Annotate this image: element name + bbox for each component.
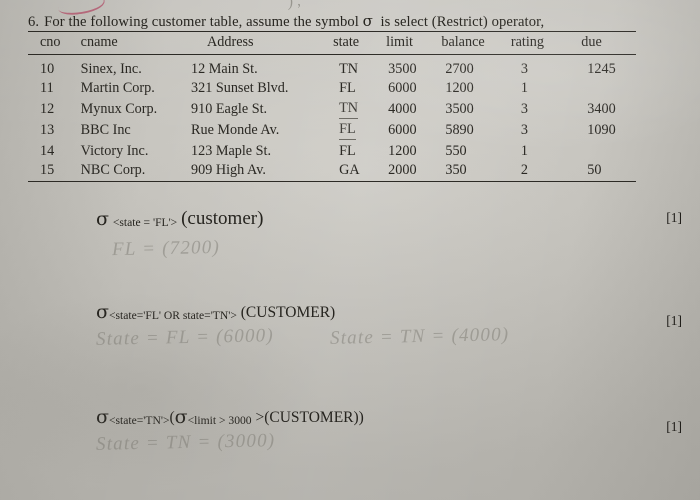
mark-allocation-b: [1] [666, 313, 682, 328]
question-heading: 6. For the following customer table, assu… [28, 12, 634, 31]
customer-table: cno cname Address state limit balance ra… [28, 31, 636, 182]
cell-state: FL [339, 80, 356, 97]
cell-balance: 1200 [445, 80, 474, 97]
cell-cname: Martin Corp. [80, 80, 155, 97]
sigma-operator-c-inner: σ [174, 406, 188, 428]
cell-address: 910 Eagle St. [191, 100, 268, 117]
cell-due [575, 79, 636, 98]
customer-table-body: 10 Sinex, Inc. 12 Main St. TN 3500 2700 3 1245 1… [28, 54, 636, 182]
cell-limit: 6000 [388, 122, 417, 139]
selection-condition-c-outer: <state='TN'> [108, 414, 170, 427]
selection-condition-a: <state = 'FL'> [112, 216, 178, 229]
question-text-tail: is select (Restrict) operator, [380, 14, 545, 30]
cell-due: 1245 [587, 61, 616, 77]
mark-allocation-c: [1] [666, 419, 682, 434]
cell-due: 1090 [587, 122, 616, 139]
column-header-address: Address [207, 34, 254, 50]
cell-balance: 2700 [445, 61, 474, 77]
cell-rating: 1 [520, 142, 528, 159]
sigma-operator-b: σ [96, 301, 109, 323]
cell-address: 123 Maple St. [191, 142, 272, 159]
cell-balance: 350 [445, 161, 467, 178]
cell-cname: BBC Inc [80, 122, 131, 139]
cell-cname: NBC Corp. [80, 161, 146, 178]
table-row: 11 Martin Corp. 321 Sunset Blvd. FL 6000 1200… [28, 79, 636, 98]
table-row: 10 Sinex, Inc. 12 Main St. TN 3500 2700 3 1245 [28, 55, 636, 80]
cell-cno: 15 [40, 161, 55, 178]
cell-rating: 3 [520, 61, 528, 77]
relation-operand-a: (customer) [181, 208, 264, 229]
cell-due [575, 141, 636, 160]
question-number: 6. [28, 14, 40, 30]
mark-allocation-a: [1] [666, 210, 682, 225]
column-header-due: due [581, 34, 602, 50]
column-header-state: state [333, 34, 360, 50]
scanned-worksheet-page: ) , 6. For the following customer table, … [0, 0, 700, 500]
state-value-underlined: FL [339, 121, 356, 141]
cell-state: GA [339, 161, 360, 178]
customer-table-container: cno cname Address state limit balance ra… [28, 31, 636, 182]
cell-limit: 1200 [388, 142, 417, 159]
selection-condition-c-inner: <limit > 3000 [187, 414, 252, 427]
cell-due: 3400 [587, 100, 616, 117]
relational-algebra-expression-b: σ<state='FL' OR state='TN'> (CUSTOMER) [96, 301, 336, 323]
cell-due: 50 [587, 161, 602, 178]
cell-address: 909 High Av. [191, 161, 266, 178]
sigma-operator-c-outer: σ [96, 406, 109, 428]
column-header-balance: balance [441, 34, 485, 50]
top-pencil-scribble: ) , [286, 0, 302, 11]
table-row: 14 Victory Inc. 123 Maple St. FL 1200 550 1 [28, 141, 636, 160]
cell-address: 12 Main St. [191, 61, 258, 77]
column-header-rating: rating [510, 34, 544, 50]
cell-rating: 2 [520, 161, 528, 178]
cell-state: TN [331, 99, 386, 120]
question-text: For the following customer table, assume… [44, 14, 359, 30]
cell-rating: 3 [520, 122, 528, 139]
cell-limit: 2000 [388, 161, 417, 178]
customer-table-head: cno cname Address state limit balance ra… [28, 31, 636, 55]
cell-cno: 10 [40, 61, 55, 77]
cell-balance: 3500 [445, 100, 474, 117]
cell-address: Rue Monde Av. [191, 122, 280, 139]
sigma-symbol-inline: σ [362, 12, 374, 30]
relational-algebra-expression-a: σ <state = 'FL'> (customer) [96, 208, 263, 230]
cell-limit: 6000 [388, 80, 417, 97]
relational-algebra-expression-c: σ<state='TN'>(σ<limit > 3000 >(CUSTOMER)… [96, 406, 364, 428]
state-value-underlined: TN [339, 100, 358, 119]
selection-condition-b: <state='FL' OR state='TN'> [108, 309, 237, 322]
table-row: 13 BBC Inc Rue Monde Av. FL 6000 5890 3 1090 [28, 120, 636, 141]
sigma-operator-a: σ [96, 208, 109, 230]
table-row: 15 NBC Corp. 909 High Av. GA 2000 350 2 50 [28, 161, 636, 182]
table-header-row: cno cname Address state limit balance ra… [28, 31, 636, 55]
cell-cno: 13 [40, 122, 55, 139]
student-handwriting-b-1: State = FL = (6000) [95, 325, 275, 350]
cell-address: 321 Sunset Blvd. [191, 80, 289, 97]
cell-state: TN [339, 61, 358, 77]
student-handwriting-b-2: State = TN = (4000) [329, 324, 510, 349]
cell-rating: 3 [520, 100, 528, 117]
student-handwriting-c: State = TN = (3000) [95, 430, 276, 455]
cell-cno: 11 [40, 80, 54, 97]
relation-operand-c: >(CUSTOMER)) [255, 409, 364, 426]
cell-cname: Victory Inc. [80, 142, 149, 159]
cell-balance: 5890 [445, 122, 474, 139]
cell-state: FL [339, 142, 356, 159]
relation-operand-b: (CUSTOMER) [240, 304, 336, 321]
table-row: 12 Mynux Corp. 910 Eagle St. TN 4000 3500 3 340… [28, 99, 636, 120]
cell-limit: 4000 [388, 100, 417, 117]
cell-cno: 12 [40, 100, 55, 117]
cell-state: FL [331, 120, 386, 141]
student-handwriting-a: FL = (7200) [111, 236, 221, 261]
cell-limit: 3500 [388, 61, 417, 77]
column-header-limit: limit [386, 34, 413, 50]
cell-rating: 1 [520, 80, 528, 97]
column-header-cno: cno [40, 34, 61, 50]
cell-cname: Mynux Corp. [80, 100, 158, 117]
column-header-cname: cname [80, 34, 118, 50]
cell-balance: 550 [445, 142, 467, 159]
cell-cno: 14 [40, 142, 55, 159]
cell-cname: Sinex, Inc. [80, 61, 142, 77]
